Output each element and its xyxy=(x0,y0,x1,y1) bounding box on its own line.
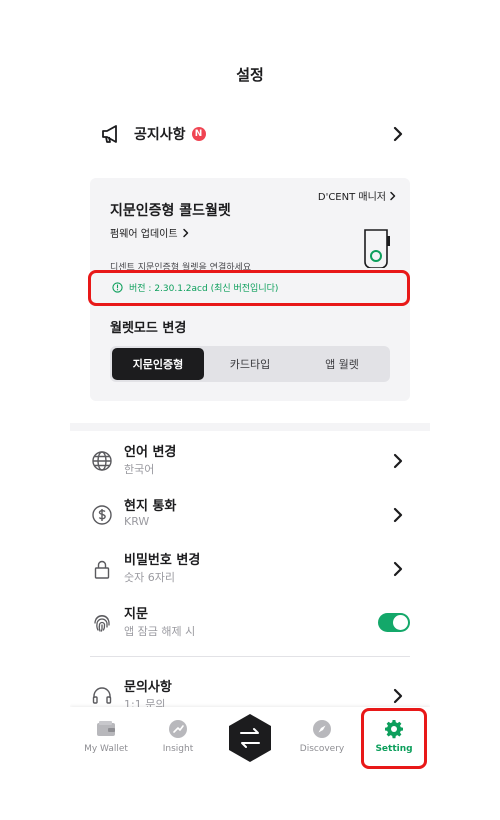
hardware-wallet-icon xyxy=(364,229,390,268)
chevron-right-icon xyxy=(393,688,403,704)
section-divider xyxy=(70,423,430,431)
menu-item-password[interactable]: 비밀번호 변경 숫자 6자리 xyxy=(90,547,410,591)
tab-my-wallet[interactable]: My Wallet xyxy=(70,707,142,770)
wallet-mode-selector: 지문인증형 카드타입 앱 월렛 xyxy=(110,346,390,382)
wallet-mode-title: 월렛모드 변경 xyxy=(110,321,187,336)
chevron-right-icon xyxy=(393,561,403,577)
notice-label: 공지사항 xyxy=(134,127,186,143)
menu-item-currency[interactable]: 현지 통화 KRW xyxy=(90,493,410,537)
settings-screen: 설정 공지사항 N D'CENT 매니저 지문인증형 콜드월렛 펌웨어 업데이트… xyxy=(70,50,430,770)
menu-item-subtitle: 한국어 xyxy=(124,463,155,476)
menu-item-subtitle: 숫자 6자리 xyxy=(124,571,175,584)
headset-icon xyxy=(92,687,112,704)
mode-fingerprint-button[interactable]: 지문인증형 xyxy=(112,348,204,380)
page-title: 설정 xyxy=(236,66,264,84)
tab-insight[interactable]: Insight xyxy=(142,707,214,770)
tab-label: Discovery xyxy=(299,744,345,754)
fingerprint-icon xyxy=(94,615,110,632)
dcent-manager-label: D'CENT 매니저 xyxy=(317,192,386,203)
mode-card-button[interactable]: 카드타입 xyxy=(204,348,296,380)
setting-highlight-box xyxy=(361,708,427,769)
chevron-right-icon xyxy=(393,453,403,469)
menu-item-title: 지문 xyxy=(124,607,148,622)
new-badge: N xyxy=(191,127,206,141)
menu-item-title: 문의사항 xyxy=(124,680,172,695)
wallet-icon xyxy=(97,721,115,736)
swap-button[interactable] xyxy=(228,713,272,763)
menu-item-title: 현지 통화 xyxy=(124,499,177,514)
compass-icon xyxy=(313,720,331,738)
tab-label: My Wallet xyxy=(84,744,128,754)
firmware-update-link[interactable]: 펌웨어 업데이트 xyxy=(110,225,191,240)
wallet-title: 지문인증형 콜드월렛 xyxy=(110,203,231,219)
notice-row[interactable]: 공지사항 N xyxy=(90,116,410,152)
chevron-right-icon xyxy=(182,228,188,237)
lock-icon xyxy=(94,560,110,579)
chevron-right-icon xyxy=(393,126,403,142)
menu-item-title: 비밀번호 변경 xyxy=(124,553,201,568)
list-divider xyxy=(90,656,410,657)
menu-item-title: 언어 변경 xyxy=(124,445,177,460)
firmware-update-label: 펌웨어 업데이트 xyxy=(110,229,178,240)
version-highlight-box xyxy=(88,270,410,306)
insight-icon xyxy=(169,720,187,738)
menu-item-subtitle: 앱 잠금 해제 시 xyxy=(124,625,196,638)
tab-discovery[interactable]: Discovery xyxy=(286,707,358,770)
tab-label: Insight xyxy=(162,744,194,754)
mode-app-wallet-button[interactable]: 앱 월렛 xyxy=(296,348,388,380)
dollar-icon xyxy=(92,505,112,525)
menu-item-language[interactable]: 언어 변경 한국어 xyxy=(90,439,410,483)
menu-item-fingerprint: 지문 앱 잠금 해제 시 xyxy=(90,601,410,645)
chevron-right-icon xyxy=(393,507,403,523)
dcent-manager-link[interactable]: D'CENT 매니저 xyxy=(318,188,398,203)
megaphone-icon xyxy=(102,125,117,143)
menu-item-subtitle: KRW xyxy=(124,515,150,528)
fingerprint-toggle[interactable] xyxy=(378,613,410,632)
chevron-right-icon xyxy=(390,191,396,200)
globe-icon xyxy=(92,451,112,471)
